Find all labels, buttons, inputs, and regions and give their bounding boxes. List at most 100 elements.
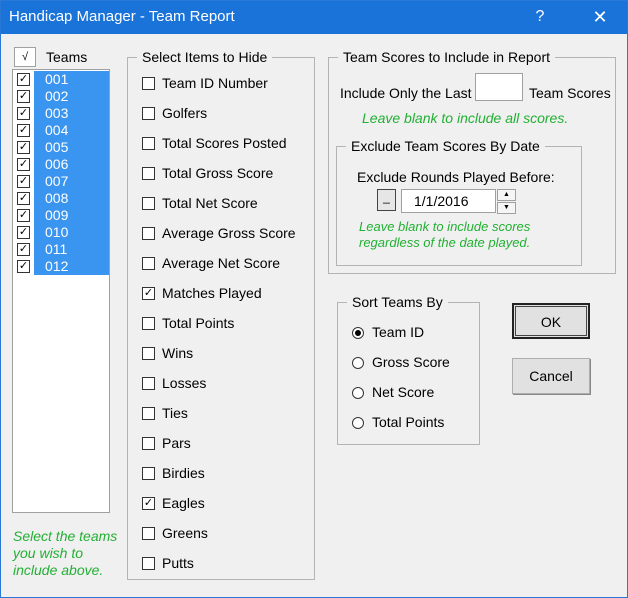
team-row[interactable]: ✓ 012 bbox=[14, 258, 109, 275]
hide-items-group: Select Items to Hide Team ID Number Golfe… bbox=[127, 49, 315, 580]
close-button[interactable]: ✕ bbox=[577, 1, 623, 33]
date-picker-button[interactable]: _ bbox=[377, 189, 396, 211]
hide-item-checkbox[interactable] bbox=[142, 227, 155, 240]
team-label[interactable]: 004 bbox=[34, 122, 109, 139]
team-label[interactable]: 011 bbox=[34, 241, 109, 258]
hide-item-checkbox[interactable] bbox=[142, 437, 155, 450]
hide-item-checkbox[interactable] bbox=[142, 377, 155, 390]
hide-item-label: Average Net Score bbox=[162, 255, 281, 271]
sort-option-label: Team ID bbox=[372, 324, 425, 340]
team-label[interactable]: 001 bbox=[34, 71, 109, 88]
include-last-suffix: Team Scores bbox=[529, 85, 611, 101]
hide-item-label: Putts bbox=[162, 555, 194, 571]
team-checkbox[interactable]: ✓ bbox=[17, 209, 30, 222]
team-row[interactable]: ✓ 002 bbox=[14, 88, 109, 105]
team-label[interactable]: 003 bbox=[34, 105, 109, 122]
hide-item-checkbox[interactable] bbox=[142, 467, 155, 480]
sort-radio-button[interactable] bbox=[352, 327, 364, 339]
hide-item-checkbox[interactable] bbox=[142, 527, 155, 540]
team-checkbox[interactable]: ✓ bbox=[17, 192, 30, 205]
hide-items-legend: Select Items to Hide bbox=[137, 49, 273, 65]
include-last-input[interactable] bbox=[475, 73, 523, 101]
teams-list[interactable]: ✓ 001 ✓ 002 ✓ 003 ✓ 004 ✓ 005 ✓ 006 ✓ 007 ✓ 008 ✓ 009 ✓ 010… bbox=[12, 69, 110, 513]
team-label[interactable]: 006 bbox=[34, 156, 109, 173]
team-checkbox[interactable]: ✓ bbox=[17, 124, 30, 137]
sort-teams-group: Sort Teams By Team ID Gross Score Net Scor… bbox=[337, 294, 480, 445]
hide-item-checkbox[interactable] bbox=[142, 257, 155, 270]
hide-item-checkbox[interactable] bbox=[142, 407, 155, 420]
hide-item-checkbox[interactable] bbox=[142, 557, 155, 570]
team-checkbox[interactable]: ✓ bbox=[17, 175, 30, 188]
team-row[interactable]: ✓ 009 bbox=[14, 207, 109, 224]
team-checkbox[interactable]: ✓ bbox=[17, 73, 30, 86]
sort-option-label: Total Points bbox=[372, 414, 445, 430]
hide-item-label: Wins bbox=[162, 345, 194, 361]
exclude-date-input[interactable]: 1/1/2016 bbox=[401, 189, 496, 213]
team-checkbox[interactable]: ✓ bbox=[17, 107, 30, 120]
hide-item-label: Pars bbox=[162, 435, 191, 451]
team-row[interactable]: ✓ 008 bbox=[14, 190, 109, 207]
team-row[interactable]: ✓ 004 bbox=[14, 122, 109, 139]
hide-item-checkbox[interactable]: ✓ bbox=[142, 497, 155, 510]
cancel-button[interactable]: Cancel bbox=[512, 358, 590, 394]
exclude-by-date-legend: Exclude Team Scores By Date bbox=[346, 138, 545, 154]
hide-item-checkbox[interactable] bbox=[142, 107, 155, 120]
hide-item-label: Team ID Number bbox=[162, 75, 268, 91]
window-title: Handicap Manager - Team Report bbox=[9, 8, 235, 25]
hide-item-label: Total Net Score bbox=[162, 195, 258, 211]
hide-item-checkbox[interactable] bbox=[142, 77, 155, 90]
team-row[interactable]: ✓ 011 bbox=[14, 241, 109, 258]
exclude-date-hint: Leave blank to include scores regardless… bbox=[359, 219, 530, 251]
teams-list-header: √ Teams bbox=[12, 45, 110, 69]
sort-teams-legend: Sort Teams By bbox=[347, 294, 448, 310]
team-row[interactable]: ✓ 006 bbox=[14, 156, 109, 173]
select-all-teams-checkbox[interactable]: √ bbox=[14, 47, 36, 67]
ok-button[interactable]: OK bbox=[512, 303, 590, 339]
sort-radio-button[interactable] bbox=[352, 417, 364, 429]
hide-item-label: Total Scores Posted bbox=[162, 135, 287, 151]
hide-item-label: Birdies bbox=[162, 465, 205, 481]
team-label[interactable]: 009 bbox=[34, 207, 109, 224]
team-label[interactable]: 005 bbox=[34, 139, 109, 156]
exclude-by-date-group: Exclude Team Scores By Date Exclude Roun… bbox=[336, 138, 582, 266]
hide-item-checkbox[interactable] bbox=[142, 347, 155, 360]
hide-item-checkbox[interactable] bbox=[142, 317, 155, 330]
sort-option-label: Gross Score bbox=[372, 354, 450, 370]
exclude-before-label: Exclude Rounds Played Before: bbox=[357, 169, 555, 185]
team-label[interactable]: 002 bbox=[34, 88, 109, 105]
team-label[interactable]: 012 bbox=[34, 258, 109, 275]
teams-header-label: Teams bbox=[46, 49, 88, 65]
team-checkbox[interactable]: ✓ bbox=[17, 158, 30, 171]
team-checkbox[interactable]: ✓ bbox=[17, 141, 30, 154]
hide-item-checkbox[interactable]: ✓ bbox=[142, 287, 155, 300]
team-row[interactable]: ✓ 003 bbox=[14, 105, 109, 122]
hide-item-checkbox[interactable] bbox=[142, 137, 155, 150]
team-report-dialog: Handicap Manager - Team Report ? ✕ √ Tea… bbox=[0, 0, 628, 598]
team-row[interactable]: ✓ 007 bbox=[14, 173, 109, 190]
team-checkbox[interactable]: ✓ bbox=[17, 226, 30, 239]
team-row[interactable]: ✓ 010 bbox=[14, 224, 109, 241]
date-spin-up-icon[interactable]: ▲ bbox=[497, 189, 516, 201]
exclude-date-hint-line1: Leave blank to include scores bbox=[359, 219, 531, 234]
hide-item-label: Losses bbox=[162, 375, 207, 391]
hide-item-checkbox[interactable] bbox=[142, 167, 155, 180]
team-row[interactable]: ✓ 001 bbox=[14, 71, 109, 88]
hide-item-label: Golfers bbox=[162, 105, 208, 121]
team-checkbox[interactable]: ✓ bbox=[17, 90, 30, 103]
date-spin-down-icon[interactable]: ▼ bbox=[497, 202, 516, 214]
team-checkbox[interactable]: ✓ bbox=[17, 243, 30, 256]
sort-radio-button[interactable] bbox=[352, 387, 364, 399]
team-label[interactable]: 010 bbox=[34, 224, 109, 241]
team-scores-hint: Leave blank to include all scores. bbox=[362, 110, 569, 126]
team-row[interactable]: ✓ 005 bbox=[14, 139, 109, 156]
help-button[interactable]: ? bbox=[517, 1, 563, 33]
sort-radio-button[interactable] bbox=[352, 357, 364, 369]
title-bar: Handicap Manager - Team Report ? ✕ bbox=[1, 1, 627, 34]
team-label[interactable]: 007 bbox=[34, 173, 109, 190]
team-label[interactable]: 008 bbox=[34, 190, 109, 207]
team-checkbox[interactable]: ✓ bbox=[17, 260, 30, 273]
hide-item-label: Total Gross Score bbox=[162, 165, 274, 181]
include-last-label: Include Only the Last bbox=[340, 85, 472, 101]
sort-option-label: Net Score bbox=[372, 384, 435, 400]
hide-item-checkbox[interactable] bbox=[142, 197, 155, 210]
